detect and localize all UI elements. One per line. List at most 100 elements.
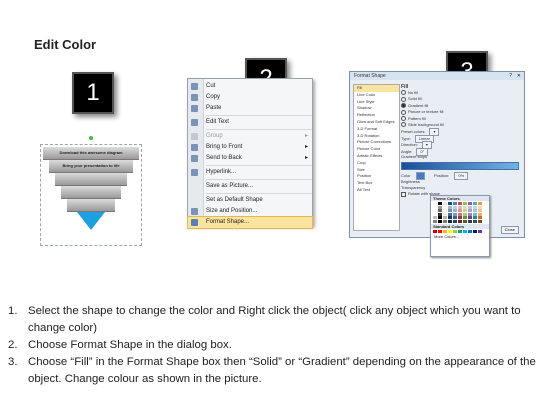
color-swatch[interactable]	[442, 219, 448, 223]
color-swatch[interactable]	[462, 205, 468, 209]
color-swatch[interactable]	[442, 229, 448, 233]
close-button[interactable]: Close	[500, 226, 519, 234]
color-swatch[interactable]	[462, 202, 468, 205]
menu-item-bring-to-front[interactable]: Bring to Front ▸	[188, 142, 312, 153]
color-swatch[interactable]	[442, 212, 448, 216]
category-line-style[interactable]: Line Style	[354, 99, 399, 106]
category-glow[interactable]: Glow and Soft Edges	[354, 119, 399, 126]
color-swatch[interactable]	[442, 216, 448, 220]
category-reflection[interactable]: Reflection	[354, 112, 399, 119]
category-line-color[interactable]: Line Color	[354, 92, 399, 99]
color-swatch[interactable]	[477, 209, 483, 213]
menu-item-size-position[interactable]: Size and Position...	[188, 206, 312, 217]
menu-item-send-to-back[interactable]: Send to Back ▸	[188, 153, 312, 164]
color-swatch[interactable]	[462, 212, 468, 216]
pyramid-layer[interactable]: Bring your presentation to life	[49, 160, 133, 173]
color-swatch[interactable]	[457, 209, 463, 213]
color-swatch[interactable]	[462, 229, 468, 233]
color-swatch[interactable]	[437, 202, 443, 205]
menu-item-save-as-picture[interactable]: Save as Picture...	[188, 181, 312, 192]
color-swatch[interactable]	[433, 219, 438, 223]
menu-item-edit-text[interactable]: Edit Text	[188, 117, 312, 128]
color-swatch[interactable]	[477, 229, 483, 233]
color-swatch[interactable]	[433, 229, 438, 233]
close-icon[interactable]: ✕	[517, 73, 521, 79]
color-swatch[interactable]	[447, 229, 453, 233]
color-swatch[interactable]	[457, 205, 463, 209]
category-text-box[interactable]: Text Box	[354, 180, 399, 187]
color-swatch[interactable]	[457, 219, 463, 223]
menu-item-set-default-shape[interactable]: Set as Default Shape	[188, 195, 312, 206]
color-swatch[interactable]	[442, 209, 448, 213]
color-swatch[interactable]	[462, 216, 468, 220]
color-swatch[interactable]	[433, 205, 438, 209]
color-swatch[interactable]	[437, 205, 443, 209]
category-artistic-effects[interactable]: Artistic Effects	[354, 153, 399, 160]
color-swatch[interactable]	[437, 229, 443, 233]
menu-item-format-shape[interactable]: Format Shape...	[187, 216, 313, 229]
help-icon[interactable]: ?	[509, 73, 512, 79]
color-swatch[interactable]	[477, 202, 483, 205]
color-swatch[interactable]	[452, 229, 458, 233]
pyramid-tip[interactable]	[77, 212, 105, 230]
color-swatch[interactable]	[437, 212, 443, 216]
inverted-pyramid-shape[interactable]: Download this awesome diagram Bring your…	[40, 136, 142, 246]
color-swatch[interactable]	[472, 205, 478, 209]
color-swatch[interactable]	[433, 202, 438, 205]
color-swatch[interactable]	[452, 216, 458, 220]
gradient-stops-bar[interactable]	[401, 162, 519, 171]
color-swatch[interactable]	[442, 205, 448, 209]
position-input[interactable]: 0%	[454, 172, 469, 181]
category-fill[interactable]: Fill	[354, 85, 399, 92]
color-swatch[interactable]	[452, 212, 458, 216]
color-swatch[interactable]	[472, 216, 478, 220]
color-swatch[interactable]	[457, 229, 463, 233]
color-swatch[interactable]	[477, 212, 483, 216]
color-swatch[interactable]	[477, 216, 483, 220]
color-swatch[interactable]	[462, 209, 468, 213]
color-swatch[interactable]	[477, 219, 483, 223]
color-swatch[interactable]	[433, 209, 438, 213]
color-swatch[interactable]	[472, 219, 478, 223]
color-swatch[interactable]	[457, 202, 463, 205]
pyramid-layer[interactable]: Download this awesome diagram	[43, 147, 139, 160]
category-alt-text[interactable]: Alt Text	[354, 187, 399, 194]
rotation-handle[interactable]	[89, 136, 93, 140]
more-colors-item[interactable]: More Colors...	[431, 234, 489, 240]
pyramid-layer[interactable]	[67, 199, 115, 212]
category-size[interactable]: Size	[354, 167, 399, 174]
color-swatch[interactable]	[472, 202, 478, 205]
color-swatch[interactable]	[467, 205, 473, 209]
color-swatch[interactable]	[447, 219, 453, 223]
color-swatch[interactable]	[477, 205, 483, 209]
category-picture-color[interactable]: Picture Color	[354, 146, 399, 153]
color-swatch[interactable]	[452, 202, 458, 205]
color-swatch[interactable]	[457, 216, 463, 220]
color-swatch[interactable]	[452, 205, 458, 209]
menu-item-copy[interactable]: Copy	[188, 92, 312, 103]
color-swatch[interactable]	[452, 209, 458, 213]
color-swatch[interactable]	[447, 216, 453, 220]
pyramid-layer[interactable]	[55, 173, 127, 186]
category-crop[interactable]: Crop	[354, 160, 399, 167]
category-shadow[interactable]: Shadow	[354, 105, 399, 112]
menu-item-hyperlink[interactable]: Hyperlink...	[188, 167, 312, 178]
color-swatch[interactable]	[467, 209, 473, 213]
color-swatch[interactable]	[467, 216, 473, 220]
category-picture-corrections[interactable]: Picture Corrections	[354, 139, 399, 146]
color-swatch[interactable]	[437, 219, 443, 223]
color-swatch[interactable]	[433, 216, 438, 220]
pyramid-layer[interactable]	[61, 186, 121, 199]
color-swatch[interactable]	[447, 212, 453, 216]
menu-item-cut[interactable]: Cut	[188, 81, 312, 92]
color-swatch[interactable]	[467, 202, 473, 205]
color-swatch[interactable]	[457, 212, 463, 216]
category-position[interactable]: Position	[354, 173, 399, 180]
color-swatch[interactable]	[442, 202, 448, 205]
color-swatch[interactable]	[433, 212, 438, 216]
color-swatch[interactable]	[447, 209, 453, 213]
category-3d-rotation[interactable]: 3-D Rotation	[354, 133, 399, 140]
color-swatch[interactable]	[472, 212, 478, 216]
color-swatch[interactable]	[472, 229, 478, 233]
menu-item-group[interactable]: Group ▸	[188, 131, 312, 142]
